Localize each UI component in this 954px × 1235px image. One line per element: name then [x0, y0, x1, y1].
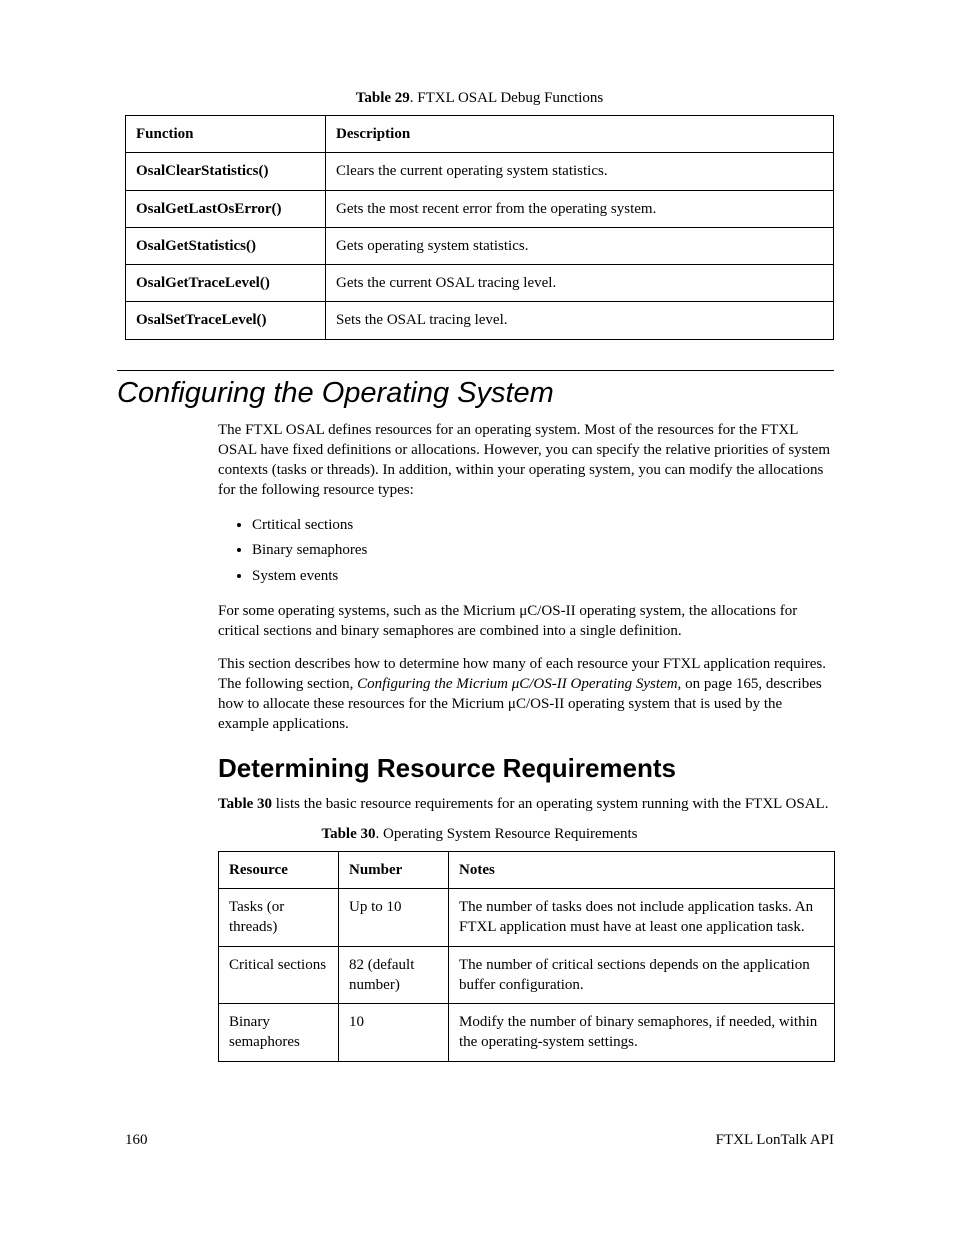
table29-r3-fn: OsalGetTraceLevel()	[126, 265, 326, 302]
table29-r0-fn: OsalClearStatistics()	[126, 153, 326, 190]
para2: For some operating systems, such as the …	[218, 601, 834, 642]
table30-r0-res: Tasks (or threads)	[219, 889, 339, 947]
table30-r2-num: 10	[339, 1004, 449, 1062]
section-body: The FTXL OSAL defines resources for an o…	[218, 420, 834, 814]
table-row: Binary semaphores 10 Modify the number o…	[219, 1004, 835, 1062]
table29-r1-desc: Gets the most recent error from the oper…	[326, 190, 834, 227]
table30-h1: Number	[339, 851, 449, 888]
table29-h0: Function	[126, 116, 326, 153]
page-footer: 160 FTXL LonTalk API	[125, 1092, 834, 1149]
para3-italic: Configuring the Micrium μC/OS-II Operati…	[357, 676, 681, 692]
table29-r2-desc: Gets operating system statistics.	[326, 227, 834, 264]
section-heading: Configuring the Operating System	[117, 370, 834, 410]
table29-r4-desc: Sets the OSAL tracing level.	[326, 302, 834, 339]
table29: Function Description OsalClearStatistics…	[125, 115, 834, 340]
table29-r4-fn: OsalSetTraceLevel()	[126, 302, 326, 339]
table30-r0-notes: The number of tasks does not include app…	[449, 889, 835, 947]
para1: The FTXL OSAL defines resources for an o…	[218, 420, 834, 501]
table-row: Tasks (or threads) Up to 10 The number o…	[219, 889, 835, 947]
page-content: Table 29. FTXL OSAL Debug Functions Func…	[0, 90, 954, 1199]
table30-r1-num: 82 (default number)	[339, 946, 449, 1004]
table-row: OsalSetTraceLevel() Sets the OSAL tracin…	[126, 302, 834, 339]
table-row: OsalClearStatistics() Clears the current…	[126, 153, 834, 190]
subsection-heading: Determining Resource Requirements	[218, 753, 834, 784]
bullet-item: Crtitical sections	[252, 513, 834, 539]
table29-header-row: Function Description	[126, 116, 834, 153]
table29-r0-desc: Clears the current operating system stat…	[326, 153, 834, 190]
table30-r0-num: Up to 10	[339, 889, 449, 947]
table29-r3-desc: Gets the current OSAL tracing level.	[326, 265, 834, 302]
table30-header-row: Resource Number Notes	[219, 851, 835, 888]
para3: This section describes how to determine …	[218, 654, 834, 735]
para4-bold: Table 30	[218, 796, 272, 812]
bullet-item: Binary semaphores	[252, 538, 834, 564]
bullet-item: System events	[252, 564, 834, 590]
table29-r2-fn: OsalGetStatistics()	[126, 227, 326, 264]
table30-caption-rest: . Operating System Resource Requirements	[376, 826, 638, 842]
table29-caption-rest: . FTXL OSAL Debug Functions	[410, 90, 603, 106]
table30-r1-res: Critical sections	[219, 946, 339, 1004]
table29-h1: Description	[326, 116, 834, 153]
table29-r1-fn: OsalGetLastOsError()	[126, 190, 326, 227]
table30-h2: Notes	[449, 851, 835, 888]
bullet-list: Crtitical sections Binary semaphores Sys…	[252, 513, 834, 590]
table30-r2-res: Binary semaphores	[219, 1004, 339, 1062]
table-row: OsalGetTraceLevel() Gets the current OSA…	[126, 265, 834, 302]
table30-caption-bold: Table 30	[321, 826, 375, 842]
para4-rest: lists the basic resource requirements fo…	[272, 796, 828, 812]
table30-h0: Resource	[219, 851, 339, 888]
footer-title: FTXL LonTalk API	[716, 1132, 834, 1149]
table29-caption: Table 29. FTXL OSAL Debug Functions	[125, 90, 834, 107]
table29-caption-bold: Table 29	[356, 90, 410, 106]
table-row: OsalGetStatistics() Gets operating syste…	[126, 227, 834, 264]
table-row: OsalGetLastOsError() Gets the most recen…	[126, 190, 834, 227]
page-number: 160	[125, 1132, 148, 1149]
table30: Resource Number Notes Tasks (or threads)…	[218, 851, 835, 1062]
table30-caption: Table 30. Operating System Resource Requ…	[125, 826, 834, 843]
para4: Table 30 lists the basic resource requir…	[218, 794, 834, 814]
table30-r2-notes: Modify the number of binary semaphores, …	[449, 1004, 835, 1062]
table-row: Critical sections 82 (default number) Th…	[219, 946, 835, 1004]
table30-r1-notes: The number of critical sections depends …	[449, 946, 835, 1004]
